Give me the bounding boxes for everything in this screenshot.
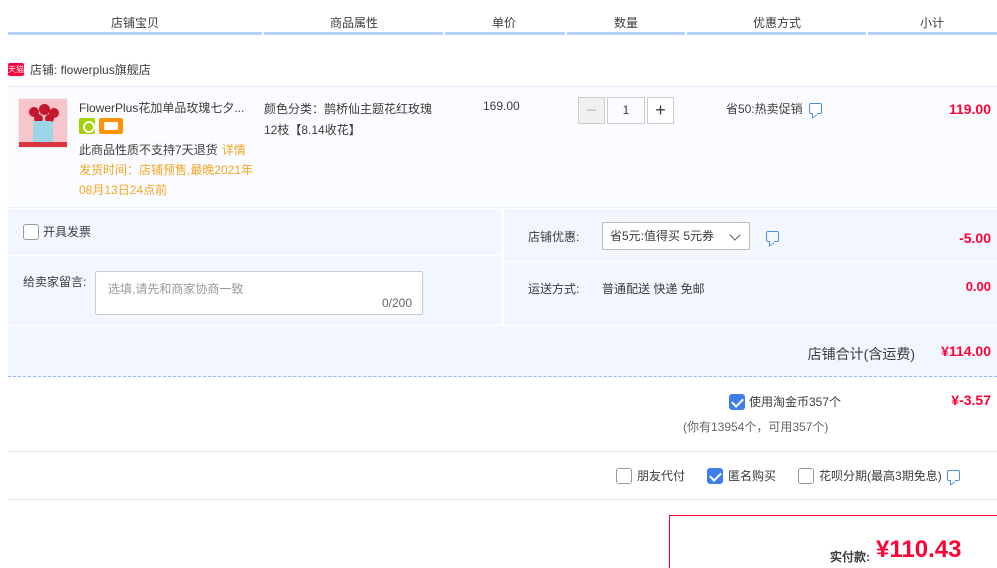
- col-subtotal: 小计: [920, 16, 945, 30]
- col-shop-item: 店铺宝贝: [111, 16, 160, 30]
- shop-discount-label: 店铺优惠:: [528, 230, 580, 244]
- header-bar: [8, 32, 262, 35]
- installment-checkbox[interactable]: [798, 467, 815, 484]
- increase-button[interactable]: +: [647, 97, 674, 124]
- options-right-panel: 店铺优惠: 省5元:值得买 5元券 -5.00 运送方式: 普通配送 快递 免邮…: [504, 209, 997, 325]
- pay-option-friend[interactable]: 朋友代付: [616, 467, 685, 484]
- header-bar: [445, 32, 565, 35]
- divider: [8, 499, 997, 500]
- final-payment-box: 实付款: ¥110.43: [669, 515, 997, 568]
- ship-time: 发货时间：店铺预售,最晚2021年08月13日24点前: [79, 163, 254, 197]
- coins-amount: ¥-3.57: [951, 392, 991, 408]
- col-price: 单价: [492, 16, 517, 30]
- service-badge-icon: [79, 118, 95, 134]
- quantity-input[interactable]: 1: [607, 97, 645, 124]
- shop-total-label: 店铺合计(含运费): [807, 346, 915, 362]
- coins-label: 使用淘金币357个: [749, 395, 842, 409]
- shop-total: 店铺合计(含运费) ¥114.00: [8, 326, 997, 377]
- coupon-select[interactable]: 省5元:值得买 5元券: [602, 222, 750, 250]
- col-attributes: 商品属性: [330, 16, 379, 30]
- cart-item: FlowerPlus花加单品玫瑰七夕... 此商品性质不支持7天退货 详情 发货时…: [8, 86, 997, 208]
- promotion: 省50:热卖促销: [726, 100, 822, 117]
- message-char-count: 0/200: [381, 296, 412, 310]
- item-subtotal: 119.00: [948, 101, 991, 117]
- header-bar: [567, 32, 685, 35]
- chat-bubble-icon[interactable]: [808, 103, 822, 114]
- invoice-checkbox[interactable]: [23, 223, 39, 240]
- message-placeholder: 选填,请先和商家协商一致: [108, 282, 244, 296]
- payment-options: 朋友代付 匿名购买 花呗分期(最高3期免息): [616, 467, 960, 484]
- quantity-stepper: − 1 +: [578, 97, 674, 124]
- anonymous-label: 匿名购买: [728, 469, 777, 483]
- coupon-selected-value: 省5元:值得买 5元券: [610, 229, 715, 243]
- friend-pay-label: 朋友代付: [637, 469, 686, 483]
- shipping-amount: 0.00: [965, 279, 991, 294]
- final-label: 实付款:: [830, 550, 870, 564]
- product-thumbnail[interactable]: [18, 98, 68, 148]
- invoice-label: 开具发票: [43, 225, 92, 239]
- header-bar: [868, 32, 997, 35]
- chat-bubble-icon[interactable]: [946, 470, 960, 481]
- tmall-badge-icon: 天猫: [8, 63, 24, 76]
- chevron-down-icon: [729, 229, 741, 241]
- col-quantity: 数量: [614, 16, 639, 30]
- anonymous-checkbox[interactable]: [707, 467, 724, 484]
- chat-bubble-icon[interactable]: [766, 231, 779, 242]
- pay-option-anonymous[interactable]: 匿名购买: [707, 467, 776, 484]
- final-amount: ¥110.43: [876, 536, 962, 563]
- decrease-button[interactable]: −: [578, 97, 605, 124]
- shipping-method: 普通配送 快递 免邮: [602, 282, 705, 296]
- shipping-label: 运送方式:: [528, 282, 580, 296]
- pay-option-installment[interactable]: 花呗分期(最高3期免息): [798, 467, 960, 484]
- unit-price: 169.00: [483, 99, 520, 113]
- col-discount: 优惠方式: [753, 16, 802, 30]
- divider: [8, 451, 997, 452]
- discount-amount: -5.00: [959, 230, 991, 246]
- shop-line: 天猫 店铺: flowerplus旗舰店: [8, 61, 151, 78]
- service-icons: [79, 118, 123, 134]
- no-return-text: 此商品性质不支持7天退货: [79, 143, 218, 157]
- header-bar: [687, 32, 866, 35]
- coins-available: (你有13954个，可用357个): [683, 420, 829, 434]
- seller-message-field[interactable]: 选填,请先和商家协商一致 0/200: [95, 271, 423, 315]
- taobao-coins-option[interactable]: 使用淘金币357个: [729, 393, 841, 410]
- shop-total-amount: ¥114.00: [941, 343, 991, 359]
- shop-name[interactable]: 店铺: flowerplus旗舰店: [30, 61, 151, 78]
- return-policy: 此商品性质不支持7天退货 详情: [79, 141, 246, 158]
- invoice-option[interactable]: 开具发票: [23, 223, 91, 240]
- product-title[interactable]: FlowerPlus花加单品玫瑰七夕...: [79, 99, 254, 116]
- column-header: 店铺宝贝 商品属性 单价 数量 优惠方式 小计: [0, 0, 997, 36]
- divider: [504, 261, 997, 262]
- friend-pay-checkbox[interactable]: [616, 467, 632, 484]
- header-bar: [264, 32, 443, 35]
- product-attributes: 颜色分类：鹊桥仙主题花红玫瑰12枝【8.14收花】: [264, 102, 433, 137]
- installment-label: 花呗分期(最高3期免息): [819, 469, 942, 483]
- divider: [8, 255, 501, 256]
- coins-checkbox[interactable]: [729, 393, 745, 410]
- credit-card-icon: [99, 118, 123, 134]
- promotion-text: 省50:热卖促销: [726, 102, 803, 116]
- details-link[interactable]: 详情: [222, 143, 246, 157]
- order-options: 开具发票 给卖家留言: 选填,请先和商家协商一致 0/200 店铺优惠: 省5元…: [8, 209, 997, 325]
- options-left-panel: 开具发票 给卖家留言: 选填,请先和商家协商一致 0/200: [8, 209, 501, 325]
- message-label: 给卖家留言:: [23, 275, 87, 289]
